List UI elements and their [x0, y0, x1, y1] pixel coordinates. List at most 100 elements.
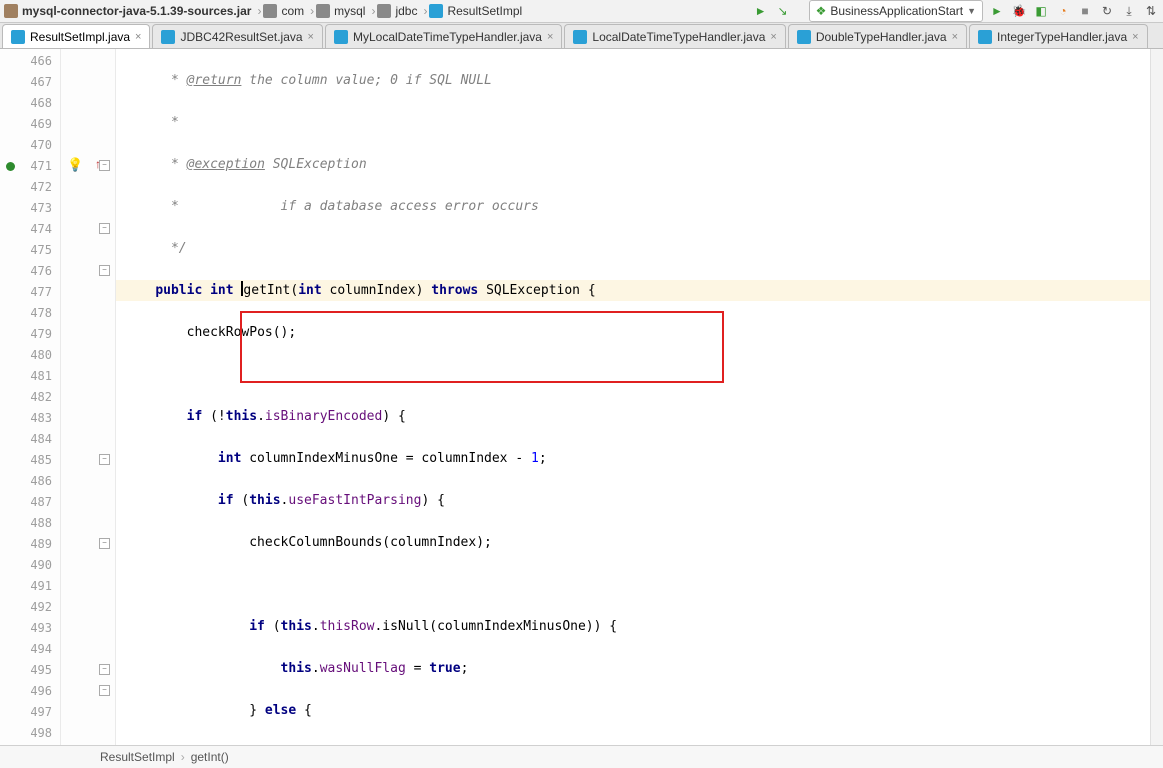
nav-pkg[interactable]: com — [263, 4, 304, 18]
line-number[interactable]: 486 — [0, 471, 60, 492]
tab-resultsetimpl[interactable]: ResultSetImpl.java × — [2, 24, 150, 48]
tool-icon[interactable]: ⤓ — [1121, 3, 1137, 19]
line-number[interactable]: 494 — [0, 639, 60, 660]
line-number[interactable]: 477 — [0, 282, 60, 303]
close-icon[interactable]: × — [308, 31, 314, 43]
coverage-button[interactable]: ◧ — [1033, 3, 1049, 19]
navigation-bar: mysql-connector-java-5.1.39-sources.jar … — [0, 0, 1163, 23]
run-config-label: BusinessApplicationStart — [830, 4, 963, 18]
library-icon — [4, 4, 18, 18]
nav-pkg[interactable]: jdbc — [377, 4, 417, 18]
line-number[interactable]: 466 — [0, 51, 60, 72]
tool-icon[interactable]: ↻ — [1099, 3, 1115, 19]
line-number[interactable]: 492 — [0, 597, 60, 618]
editor-tabs: ResultSetImpl.java × JDBC42ResultSet.java… — [0, 23, 1163, 49]
fold-toggle[interactable]: − — [99, 664, 110, 675]
tab-double[interactable]: DoubleTypeHandler.java × — [788, 24, 967, 48]
run-config-selector[interactable]: ❖ BusinessApplicationStart ▼ — [809, 0, 983, 22]
class-icon — [334, 30, 348, 44]
close-icon[interactable]: × — [952, 31, 958, 43]
line-number[interactable]: 478 — [0, 303, 60, 324]
code-editor[interactable]: * @return the column value; 0 if SQL NUL… — [116, 49, 1150, 745]
line-number[interactable]: 479 — [0, 324, 60, 345]
close-icon[interactable]: × — [770, 31, 776, 43]
tab-label: LocalDateTimeTypeHandler.java — [592, 30, 765, 44]
close-icon[interactable]: × — [135, 31, 141, 43]
stop-button[interactable]: ■ — [1077, 3, 1093, 19]
breadcrumb-method[interactable]: getInt() — [191, 750, 229, 764]
line-number-gutter[interactable]: 4664674684694704714724734744754764774784… — [0, 49, 61, 745]
line-number[interactable]: 497 — [0, 702, 60, 723]
run-icon[interactable]: ► — [753, 3, 769, 19]
fold-toggle[interactable]: − — [99, 538, 110, 549]
close-icon[interactable]: × — [1132, 31, 1138, 43]
line-number[interactable]: 496 — [0, 681, 60, 702]
package-icon — [377, 4, 391, 18]
fold-toggle[interactable]: − — [99, 454, 110, 465]
spring-icon: ❖ — [816, 4, 827, 18]
breadcrumbs-bar[interactable]: ResultSetImpl › getInt() — [0, 745, 1163, 768]
nav-class[interactable]: ResultSetImpl — [429, 4, 522, 18]
line-number[interactable]: 472 — [0, 177, 60, 198]
nav-root[interactable]: mysql-connector-java-5.1.39-sources.jar — [4, 4, 251, 18]
line-number[interactable]: 491 — [0, 576, 60, 597]
line-number[interactable]: 469 — [0, 114, 60, 135]
line-number[interactable]: 475 — [0, 240, 60, 261]
line-number[interactable]: 467 — [0, 72, 60, 93]
fold-toggle[interactable]: − — [99, 685, 110, 696]
breadcrumb-class[interactable]: ResultSetImpl — [100, 750, 175, 764]
line-number[interactable]: 495 — [0, 660, 60, 681]
line-number[interactable]: 498 — [0, 723, 60, 744]
line-number[interactable]: 488 — [0, 513, 60, 534]
nav-pkg[interactable]: mysql — [316, 4, 365, 18]
toolbar-right: ► ↘ ❖ BusinessApplicationStart ▼ ► 🐞 ◧ ◔… — [753, 0, 1159, 22]
marker-gutter[interactable]: ↑ 💡 − − − − − − − — [61, 49, 116, 745]
class-icon — [429, 4, 443, 18]
line-number[interactable]: 483 — [0, 408, 60, 429]
line-number[interactable]: 470 — [0, 135, 60, 156]
line-number[interactable]: 485 — [0, 450, 60, 471]
line-number[interactable]: 471 — [0, 156, 60, 177]
line-number[interactable]: 481 — [0, 366, 60, 387]
close-icon[interactable]: × — [547, 31, 553, 43]
error-stripe[interactable] — [1150, 49, 1163, 745]
debug-button[interactable]: 🐞 — [1011, 3, 1027, 19]
line-number[interactable]: 493 — [0, 618, 60, 639]
line-number[interactable]: 487 — [0, 492, 60, 513]
class-icon — [161, 30, 175, 44]
tab-jdbc42[interactable]: JDBC42ResultSet.java× — [152, 24, 323, 48]
package-icon — [316, 4, 330, 18]
tab-local[interactable]: LocalDateTimeTypeHandler.java × — [564, 24, 785, 48]
tab-label: ResultSetImpl.java — [30, 30, 130, 44]
line-number[interactable]: 476 — [0, 261, 60, 282]
nav-sep: › — [257, 4, 261, 18]
profile-button[interactable]: ◔ — [1055, 3, 1071, 19]
current-line[interactable]: public int getInt(int columnIndex) throw… — [116, 280, 1150, 301]
step-icon[interactable]: ↘ — [775, 3, 791, 19]
line-number[interactable]: 473 — [0, 198, 60, 219]
line-number[interactable]: 482 — [0, 387, 60, 408]
tab-integer[interactable]: IntegerTypeHandler.java× — [969, 24, 1148, 48]
class-icon — [797, 30, 811, 44]
editor-area: 4664674684694704714724734744754764774784… — [0, 49, 1163, 745]
breakpoint-icon[interactable] — [6, 162, 15, 171]
fold-toggle[interactable]: − — [99, 265, 110, 276]
line-number[interactable]: 490 — [0, 555, 60, 576]
package-icon — [263, 4, 277, 18]
line-number[interactable]: 489 — [0, 534, 60, 555]
class-icon — [11, 30, 25, 44]
chevron-right-icon: › — [181, 750, 185, 764]
intention-bulb-icon[interactable]: 💡 — [67, 157, 83, 173]
class-icon — [978, 30, 992, 44]
class-icon — [573, 30, 587, 44]
line-number[interactable]: 480 — [0, 345, 60, 366]
tab-mylocal[interactable]: MyLocalDateTimeTypeHandler.java× — [325, 24, 562, 48]
line-number[interactable]: 468 — [0, 93, 60, 114]
fold-toggle[interactable]: − — [99, 160, 110, 171]
run-button[interactable]: ► — [989, 3, 1005, 19]
tab-label: DoubleTypeHandler.java — [816, 30, 947, 44]
line-number[interactable]: 484 — [0, 429, 60, 450]
fold-toggle[interactable]: − — [99, 223, 110, 234]
line-number[interactable]: 474 — [0, 219, 60, 240]
tool-icon[interactable]: ⇅ — [1143, 3, 1159, 19]
